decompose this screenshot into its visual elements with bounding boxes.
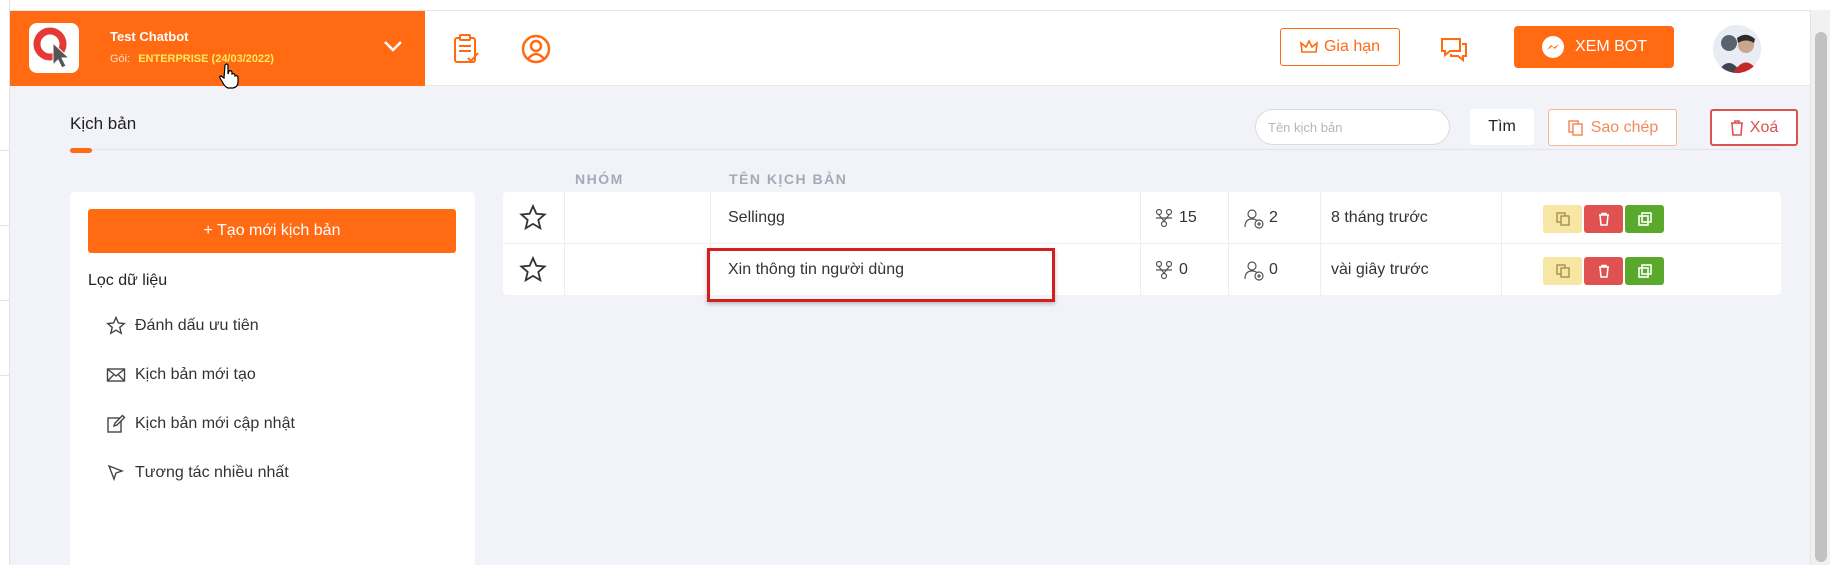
view-bot-button[interactable]: XEM BOT bbox=[1514, 26, 1674, 68]
users-cell: 0 bbox=[1243, 244, 1278, 295]
copy-button[interactable]: Sao chép bbox=[1548, 109, 1677, 146]
chevron-down-icon[interactable] bbox=[383, 39, 403, 53]
updated-cell: 8 tháng trước bbox=[1331, 208, 1428, 226]
crown-icon bbox=[1299, 39, 1318, 53]
edit-icon bbox=[107, 414, 126, 433]
column-header-name: TÊN KỊCH BẢN bbox=[729, 171, 848, 187]
user-add-icon bbox=[1244, 208, 1264, 229]
bot-plan: Gói: ENTERPRISE (24/03/2022) bbox=[110, 53, 274, 65]
app-logo bbox=[29, 23, 79, 73]
page-title: Kịch bản bbox=[70, 114, 137, 133]
external-link-icon bbox=[1637, 264, 1652, 278]
app-window: Test Chatbot Gói: ENTERPRISE (24/03/2022) bbox=[10, 10, 1810, 565]
interactions-cell: 0 bbox=[1153, 244, 1188, 295]
find-button[interactable]: Tìm bbox=[1470, 109, 1534, 145]
pointer-icon bbox=[107, 464, 125, 482]
trash-icon bbox=[1598, 212, 1609, 226]
filter-updated[interactable]: Kịch bản mới cập nhật bbox=[106, 414, 295, 434]
clipboard-check-icon[interactable] bbox=[450, 33, 482, 65]
scripts-table: Sellingg 15 2 8 tháng trước Xin thông ti… bbox=[503, 192, 1781, 295]
hand-cursor-icon bbox=[219, 63, 239, 89]
updated-cell: vài giây trước bbox=[1331, 260, 1429, 278]
interactions-cell: 15 bbox=[1153, 192, 1197, 243]
delete-row-button[interactable] bbox=[1584, 205, 1623, 233]
script-name-cell[interactable]: Xin thông tin người dùng bbox=[728, 244, 904, 295]
copy-icon bbox=[1555, 264, 1570, 278]
trash-icon bbox=[1598, 264, 1609, 278]
delete-label: Xoá bbox=[1749, 118, 1779, 136]
plan-value: ENTERPRISE (24/03/2022) bbox=[138, 53, 274, 65]
plan-label: Gói: bbox=[110, 53, 131, 65]
script-name-cell[interactable]: Sellingg bbox=[728, 192, 785, 243]
envelope-icon bbox=[106, 368, 126, 382]
users-cell: 2 bbox=[1243, 192, 1278, 243]
copy-icon bbox=[1555, 212, 1570, 226]
top-header: Test Chatbot Gói: ENTERPRISE (24/03/2022) bbox=[10, 11, 1810, 86]
avatar[interactable] bbox=[1713, 25, 1761, 73]
user-add-icon bbox=[1244, 260, 1264, 281]
copy-icon bbox=[1567, 119, 1583, 136]
star-icon bbox=[519, 203, 547, 230]
bot-name: Test Chatbot bbox=[110, 29, 189, 44]
interactions-count: 0 bbox=[1179, 260, 1188, 278]
filter-priority[interactable]: Đánh dấu ưu tiên bbox=[106, 316, 259, 336]
filter-label: Kịch bản mới tạo bbox=[135, 366, 256, 383]
renew-button[interactable]: Gia hạn bbox=[1280, 28, 1400, 66]
people-network-icon bbox=[1155, 260, 1173, 279]
people-network-icon bbox=[1155, 208, 1173, 227]
copy-label: Sao chép bbox=[1590, 118, 1659, 136]
star-icon bbox=[106, 316, 126, 335]
star-toggle[interactable] bbox=[519, 244, 547, 295]
scrollbar-thumb[interactable] bbox=[1815, 32, 1827, 562]
copy-row-button[interactable] bbox=[1543, 205, 1582, 233]
star-toggle[interactable] bbox=[519, 192, 547, 243]
title-underline bbox=[70, 148, 92, 153]
messenger-icon bbox=[1541, 36, 1564, 58]
open-row-button[interactable] bbox=[1625, 257, 1664, 285]
column-header-group: NHÓM bbox=[575, 171, 624, 187]
star-icon bbox=[519, 255, 547, 282]
filter-sidebar: + Tạo mới kịch bản Lọc dữ liệu Đánh dấu … bbox=[70, 192, 475, 565]
search-input[interactable] bbox=[1255, 109, 1450, 145]
table-row[interactable]: Xin thông tin người dùng 0 0 vài giây tr… bbox=[503, 243, 1781, 294]
open-row-button[interactable] bbox=[1625, 205, 1664, 233]
filter-newest[interactable]: Kịch bản mới tạo bbox=[106, 365, 256, 385]
title-divider bbox=[70, 149, 1780, 150]
filter-label: Tương tác nhiều nhất bbox=[135, 464, 289, 481]
delete-row-button[interactable] bbox=[1584, 257, 1623, 285]
trash-icon bbox=[1730, 119, 1743, 136]
external-link-icon bbox=[1637, 212, 1652, 226]
view-bot-label: XEM BOT bbox=[1574, 38, 1647, 55]
filter-title: Lọc dữ liệu bbox=[88, 272, 168, 289]
interactions-count: 15 bbox=[1179, 208, 1197, 226]
filter-label: Đánh dấu ưu tiên bbox=[135, 317, 259, 334]
delete-button[interactable]: Xoá bbox=[1710, 109, 1798, 146]
table-row[interactable]: Sellingg 15 2 8 tháng trước bbox=[503, 192, 1781, 243]
filter-most-interacted[interactable]: Tương tác nhiều nhất bbox=[106, 463, 289, 483]
user-circle-icon[interactable] bbox=[520, 33, 552, 65]
renew-label: Gia hạn bbox=[1323, 38, 1381, 55]
users-count: 2 bbox=[1269, 208, 1278, 226]
left-window-edge bbox=[0, 0, 10, 565]
vertical-scrollbar[interactable] bbox=[1810, 10, 1830, 565]
users-count: 0 bbox=[1269, 260, 1278, 278]
filter-label: Kịch bản mới cập nhật bbox=[135, 415, 295, 432]
create-script-button[interactable]: + Tạo mới kịch bản bbox=[88, 209, 456, 253]
chat-bubbles-icon[interactable] bbox=[1438, 33, 1470, 65]
copy-row-button[interactable] bbox=[1543, 257, 1582, 285]
